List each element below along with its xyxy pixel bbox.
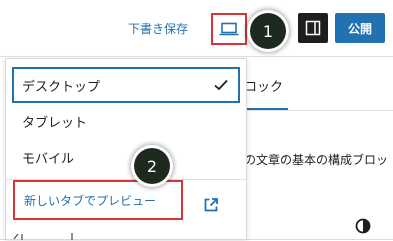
block-tab-label[interactable]: ロック xyxy=(244,76,283,95)
step-marker-1: 1 xyxy=(250,13,286,49)
save-draft-button[interactable]: 下書き保存 xyxy=(128,20,188,37)
laptop-icon xyxy=(219,22,239,36)
check-icon xyxy=(214,79,228,91)
panel-divider xyxy=(244,110,393,111)
menu-item-tablet[interactable]: タブレット xyxy=(12,103,240,139)
menu-item-mobile[interactable]: モバイル xyxy=(12,139,240,175)
open-preview-new-tab-link[interactable]: 新しいタブでプレビュー xyxy=(13,180,183,220)
step-marker-2: 2 xyxy=(134,148,170,184)
block-description: の文章の基本の構成ブロッ xyxy=(244,153,389,167)
menu-item-label: タブレット xyxy=(22,115,88,131)
editor-header: 下書き保存 公開 xyxy=(0,0,393,57)
menu-item-label: モバイル xyxy=(22,151,75,167)
menu-item-desktop[interactable]: デスクトップ xyxy=(12,67,240,103)
device-preview-button[interactable] xyxy=(211,13,247,45)
external-link-icon[interactable] xyxy=(203,197,219,213)
publish-button[interactable]: 公開 xyxy=(335,13,385,43)
preview-new-tab-label: 新しいタブでプレビュー xyxy=(24,193,157,208)
contrast-icon[interactable] xyxy=(355,218,371,238)
menu-item-label: デスクトップ xyxy=(22,79,101,95)
sidebar-panel-icon xyxy=(305,20,321,36)
preview-dropdown-menu: デスクトップ タブレット モバイル 新しいタブでプレビュー xyxy=(5,58,247,240)
settings-sidebar-toggle[interactable] xyxy=(298,13,328,43)
